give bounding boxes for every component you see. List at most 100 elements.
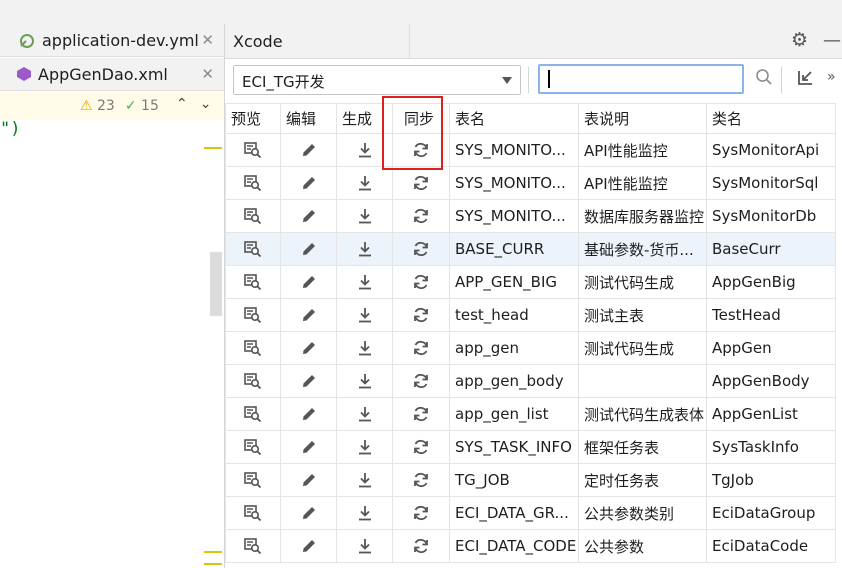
pencil-icon[interactable] <box>282 372 336 390</box>
class-name-cell[interactable]: AppGenList <box>706 397 836 431</box>
edit-cell[interactable] <box>280 496 337 530</box>
class-name-cell[interactable]: SysMonitorSql <box>706 166 836 200</box>
edit-cell[interactable] <box>280 364 337 398</box>
table-name-cell[interactable]: SYS_TASK_INFO <box>449 430 579 464</box>
preview-icon[interactable] <box>227 537 280 555</box>
pencil-icon[interactable] <box>282 339 336 357</box>
chevron-up-icon[interactable]: ⌃ <box>176 96 200 112</box>
preview-icon[interactable] <box>227 273 280 291</box>
preview-icon[interactable] <box>227 372 280 390</box>
table-desc-cell[interactable]: 定时任务表 <box>578 463 707 497</box>
column-header-edit[interactable]: 编辑 <box>280 103 337 134</box>
sync-cell[interactable] <box>392 397 450 431</box>
preview-icon[interactable] <box>227 471 280 489</box>
edit-cell[interactable] <box>280 133 337 167</box>
gear-icon[interactable]: ⚙ <box>791 29 808 51</box>
preview-icon[interactable] <box>227 174 280 192</box>
table-row[interactable]: ECI_DATA_CODE 公共参数 EciDataCode <box>225 529 836 563</box>
table-row[interactable]: ECI_DATA_GR... 公共参数类别 EciDataGroup <box>225 496 836 530</box>
sync-cell[interactable] <box>392 364 450 398</box>
download-icon[interactable] <box>338 273 392 291</box>
sync-cell[interactable] <box>392 529 450 563</box>
sync-cell[interactable] <box>392 430 450 464</box>
close-icon[interactable]: ✕ <box>201 65 214 83</box>
table-row[interactable]: SYS_MONITO... API性能监控 SysMonitorSql <box>225 166 836 200</box>
sync-cell[interactable] <box>392 265 450 299</box>
download-icon[interactable] <box>338 339 392 357</box>
table-row[interactable]: SYS_MONITO... 数据库服务器监控 SysMonitorDb <box>225 199 836 233</box>
table-desc-cell[interactable]: 测试代码生成 <box>578 331 707 365</box>
table-desc-cell[interactable]: API性能监控 <box>578 166 707 200</box>
class-name-cell[interactable]: TgJob <box>706 463 836 497</box>
table-desc-cell[interactable]: 测试主表 <box>578 298 707 332</box>
class-name-cell[interactable]: EciDataCode <box>706 529 836 563</box>
edit-cell[interactable] <box>280 199 337 233</box>
pencil-icon[interactable] <box>282 537 336 555</box>
column-header-table-desc[interactable]: 表说明 <box>578 103 707 134</box>
table-desc-cell[interactable]: 公共参数 <box>578 529 707 563</box>
generate-cell[interactable] <box>336 463 393 497</box>
sync-cell[interactable] <box>392 496 450 530</box>
edit-cell[interactable] <box>280 298 337 332</box>
inspection-summary[interactable]: ⚠ 23 ✓ 15 <box>80 98 159 114</box>
pencil-icon[interactable] <box>282 273 336 291</box>
table-desc-cell[interactable]: 测试代码生成表体 <box>578 397 707 431</box>
class-name-cell[interactable]: SysMonitorDb <box>706 199 836 233</box>
search-input[interactable] <box>544 66 738 92</box>
download-icon[interactable] <box>338 372 392 390</box>
sync-icon[interactable] <box>394 174 449 192</box>
column-header-generate[interactable]: 生成 <box>336 103 393 134</box>
table-name-cell[interactable]: TG_JOB <box>449 463 579 497</box>
sync-cell[interactable] <box>392 133 450 167</box>
sync-icon[interactable] <box>394 141 449 159</box>
table-desc-cell[interactable]: 公共参数类别 <box>578 496 707 530</box>
preview-cell[interactable] <box>225 430 281 464</box>
sync-cell[interactable] <box>392 166 450 200</box>
class-name-cell[interactable]: BaseCurr <box>706 232 836 266</box>
sync-icon[interactable] <box>394 438 449 456</box>
preview-icon[interactable] <box>227 141 280 159</box>
edit-cell[interactable] <box>280 463 337 497</box>
code-fragment[interactable]: ") <box>0 119 20 139</box>
class-name-cell[interactable]: AppGen <box>706 331 836 365</box>
generate-cell[interactable] <box>336 496 393 530</box>
table-row[interactable]: test_head 测试主表 TestHead <box>225 298 836 332</box>
table-name-cell[interactable]: ECI_DATA_CODE <box>449 529 579 563</box>
generate-cell[interactable] <box>336 529 393 563</box>
class-name-cell[interactable]: EciDataGroup <box>706 496 836 530</box>
table-desc-cell[interactable]: API性能监控 <box>578 133 707 167</box>
preview-cell[interactable] <box>225 199 281 233</box>
sync-cell[interactable] <box>392 199 450 233</box>
generate-cell[interactable] <box>336 133 393 167</box>
preview-icon[interactable] <box>227 306 280 324</box>
download-icon[interactable] <box>338 438 392 456</box>
preview-icon[interactable] <box>227 438 280 456</box>
generate-cell[interactable] <box>336 430 393 464</box>
scroll-marker[interactable] <box>204 147 222 149</box>
table-name-cell[interactable]: app_gen_list <box>449 397 579 431</box>
edit-cell[interactable] <box>280 232 337 266</box>
table-name-cell[interactable]: app_gen_body <box>449 364 579 398</box>
minimize-icon[interactable]: — <box>823 30 841 51</box>
sync-cell[interactable] <box>392 232 450 266</box>
class-name-cell[interactable]: SysTaskInfo <box>706 430 836 464</box>
preview-cell[interactable] <box>225 397 281 431</box>
pencil-icon[interactable] <box>282 141 336 159</box>
sync-icon[interactable] <box>394 504 449 522</box>
table-row[interactable]: SYS_MONITO... API性能监控 SysMonitorApi <box>225 133 836 167</box>
download-icon[interactable] <box>338 471 392 489</box>
pencil-icon[interactable] <box>282 471 336 489</box>
generate-cell[interactable] <box>336 166 393 200</box>
scroll-marker[interactable] <box>204 551 222 553</box>
sync-icon[interactable] <box>394 405 449 423</box>
editor-tab-application-dev[interactable]: application-dev.yml ✕ <box>0 24 224 57</box>
datasource-select[interactable]: ECI_TG开发 <box>233 65 521 95</box>
preview-icon[interactable] <box>227 405 280 423</box>
pencil-icon[interactable] <box>282 306 336 324</box>
table-desc-cell[interactable]: 测试代码生成 <box>578 265 707 299</box>
chevron-down-icon[interactable]: ⌄ <box>200 96 224 112</box>
preview-cell[interactable] <box>225 298 281 332</box>
column-header-preview[interactable]: 预览 <box>225 103 281 134</box>
download-icon[interactable] <box>338 174 392 192</box>
preview-cell[interactable] <box>225 265 281 299</box>
